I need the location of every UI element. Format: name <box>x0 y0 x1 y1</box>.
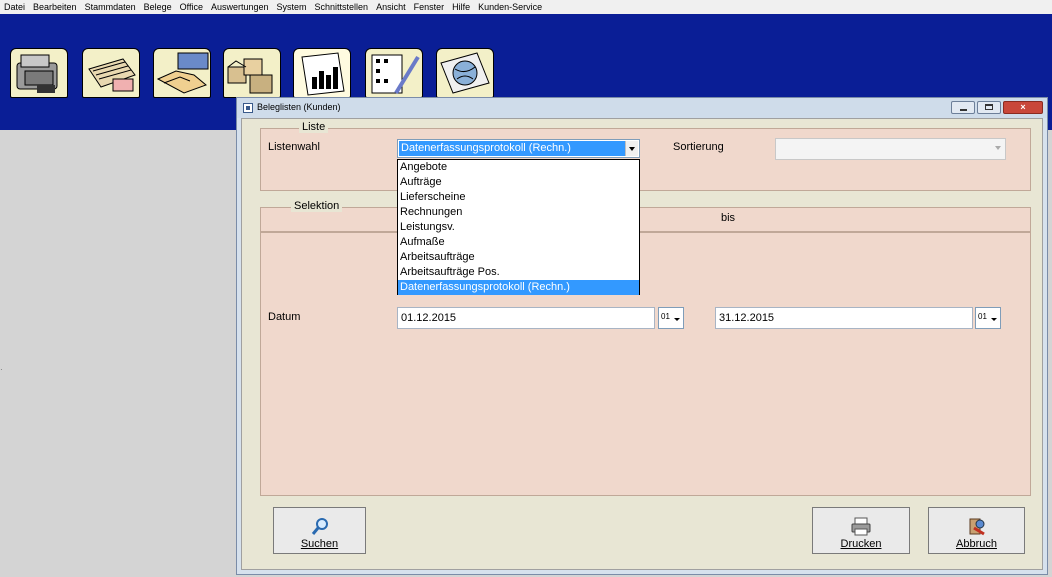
menu-ansicht[interactable]: Ansicht <box>372 0 410 14</box>
datum-bis-spinner[interactable]: 01 <box>975 307 1001 329</box>
datum-bis-input[interactable]: 31.12.2015 <box>715 307 973 329</box>
drucken-button[interactable]: Drucken <box>812 507 910 554</box>
exit-door-icon <box>966 516 988 539</box>
suchen-label: Suchen <box>300 538 339 550</box>
menu-kunden-service[interactable]: Kunden-Service <box>474 0 546 14</box>
datum-label: Datum <box>268 311 301 323</box>
sortierung-select[interactable] <box>775 138 1006 160</box>
files-icon[interactable] <box>82 48 140 98</box>
menu-schnittstellen[interactable]: Schnittstellen <box>311 0 373 14</box>
edge-marker: · <box>0 365 3 374</box>
dropdown-option-rechnungen[interactable]: Rechnungen <box>398 205 639 220</box>
menu-belege[interactable]: Belege <box>140 0 176 14</box>
dropdown-option-auftraege[interactable]: Aufträge <box>398 175 639 190</box>
menu-hilfe[interactable]: Hilfe <box>448 0 474 14</box>
dropdown-option-arbeitsauftraege-pos[interactable]: Arbeitsaufträge Pos. <box>398 265 639 280</box>
dropdown-option-lieferscheine[interactable]: Lieferscheine <box>398 190 639 205</box>
menu-fenster[interactable]: Fenster <box>410 0 449 14</box>
maximize-button[interactable] <box>977 101 1001 114</box>
dropdown-option-datenerfassungsprotokoll[interactable]: Datenerfassungsprotokoll (Rechn.) <box>398 280 639 295</box>
abbruch-label: Abbruch <box>956 538 997 550</box>
minimize-button[interactable] <box>951 101 975 114</box>
liste-legend: Liste <box>299 121 329 133</box>
checklist-icon[interactable] <box>365 48 423 98</box>
menu-auswertungen[interactable]: Auswertungen <box>207 0 273 14</box>
handshake-icon[interactable] <box>153 48 211 98</box>
listenwahl-dropdown: Angebote Aufträge Lieferscheine Rechnung… <box>397 159 640 295</box>
report-chart-icon[interactable] <box>293 48 351 98</box>
datum-von-spinner[interactable]: 01 <box>658 307 684 329</box>
dropdown-option-angebote[interactable]: Angebote <box>398 160 639 175</box>
datum-von-input[interactable]: 01.12.2015 <box>397 307 655 329</box>
menu-bar: Datei Bearbeiten Stammdaten Belege Offic… <box>0 0 1052 14</box>
menu-office[interactable]: Office <box>176 0 207 14</box>
listenwahl-value: Datenerfassungsprotokoll (Rechn.) <box>399 141 625 156</box>
chevron-down-icon[interactable] <box>992 140 1004 158</box>
dropdown-option-aufmasse[interactable]: Aufmaße <box>398 235 639 250</box>
drucken-label: Drucken <box>840 538 882 550</box>
menu-datei[interactable]: Datei <box>0 0 29 14</box>
listenwahl-label: Listenwahl <box>268 141 320 153</box>
boxes-icon[interactable] <box>223 48 281 98</box>
globe-icon[interactable] <box>436 48 494 98</box>
menu-system[interactable]: System <box>273 0 311 14</box>
dropdown-option-arbeitsauftraege[interactable]: Arbeitsaufträge <box>398 250 639 265</box>
bis-header-label: bis <box>721 212 736 224</box>
cash-register-icon[interactable] <box>10 48 68 98</box>
window-app-icon <box>243 103 253 113</box>
magnifier-icon <box>310 516 330 539</box>
printer-icon <box>850 516 872 539</box>
abbruch-button[interactable]: Abbruch <box>928 507 1025 554</box>
window-title: Beleglisten (Kunden) <box>257 102 341 112</box>
selektion-header-bar <box>260 207 1031 232</box>
menu-stammdaten[interactable]: Stammdaten <box>81 0 140 14</box>
close-button[interactable]: × <box>1003 101 1043 114</box>
chevron-down-icon[interactable] <box>625 141 638 156</box>
suchen-button[interactable]: Suchen <box>273 507 366 554</box>
menu-bearbeiten[interactable]: Bearbeiten <box>29 0 81 14</box>
dropdown-option-leistungsv[interactable]: Leistungsv. <box>398 220 639 235</box>
listenwahl-select[interactable]: Datenerfassungsprotokoll (Rechn.) <box>397 139 640 158</box>
selektion-legend: Selektion <box>291 200 343 212</box>
divider <box>260 232 1031 233</box>
sortierung-label: Sortierung <box>673 141 724 153</box>
selektion-group <box>260 207 1031 496</box>
window-titlebar[interactable]: Beleglisten (Kunden) × <box>237 98 1047 118</box>
